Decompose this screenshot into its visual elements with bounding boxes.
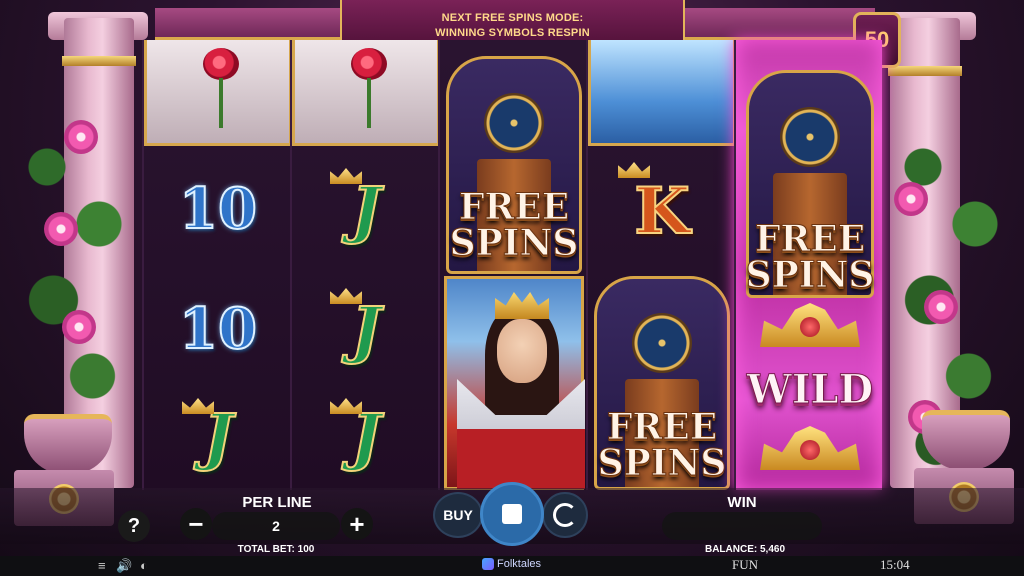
jeweled-crown-symbol — [736, 418, 884, 478]
left-flower-1 — [64, 120, 98, 154]
banner-line-2: WINNING SYMBOLS RESPIN — [435, 27, 590, 39]
jeweled-crown-icon — [760, 303, 860, 347]
ten-symbol: 10 — [144, 270, 292, 388]
free-spins-label-bottom: SPINS — [745, 254, 875, 296]
wild-symbol: WILD — [736, 356, 884, 422]
fleur-ornament-icon — [330, 168, 362, 184]
reel-grid: 10 10 J J J J FREE SPINS K FREE SPINS FR… — [142, 40, 882, 490]
reel-3: FREE SPINS — [438, 40, 586, 490]
jeweled-crown-icon — [760, 426, 860, 470]
win-amount-display — [662, 512, 822, 540]
clock-face-icon — [632, 313, 692, 373]
win-label: WIN — [727, 494, 757, 511]
increase-bet-button[interactable]: + — [341, 508, 373, 540]
clock-time: 15:04 — [880, 557, 910, 572]
banner-line-1: NEXT FREE SPINS MODE: — [441, 12, 584, 24]
right-flower-1 — [894, 182, 928, 216]
free-spins-label-top: FREE — [458, 186, 570, 228]
free-spins-label-bottom: SPINS — [449, 222, 579, 264]
ten-symbol-text: 10 — [178, 295, 258, 363]
help-button[interactable]: ? — [118, 510, 150, 542]
left-flower-2 — [44, 212, 78, 246]
balance-display: BALANCE: 5,460 — [704, 544, 786, 555]
jeweled-crown-symbol — [736, 296, 884, 354]
spin-stop-button[interactable] — [480, 482, 544, 546]
autoplay-button[interactable] — [542, 492, 588, 538]
free-spins-label-top: FREE — [606, 406, 718, 448]
free-spins-label-bottom: SPINS — [597, 442, 727, 484]
buy-feature-button[interactable]: BUY — [433, 492, 483, 538]
ten-symbol-text: 10 — [178, 175, 258, 243]
queen-dress — [457, 429, 585, 489]
left-pillar-gold-band — [62, 56, 136, 66]
free-spins-label: FREE SPINS — [449, 186, 579, 264]
per-line-value: 2 — [212, 512, 340, 540]
clock-face-icon — [484, 93, 544, 153]
king-symbol-text: K — [633, 173, 691, 250]
jack-symbol: J — [292, 380, 440, 492]
reel-5-wild-glow: FREE SPINS WILD — [734, 40, 882, 490]
fleur-ornament-icon — [330, 288, 362, 304]
free-spins-clock-symbol: FREE SPINS — [745, 70, 875, 298]
jack-symbol: J — [292, 150, 440, 268]
rose-cloche-symbol — [144, 40, 292, 146]
jack-symbol: J — [292, 270, 440, 388]
free-spins-label: FREE SPINS — [597, 406, 727, 484]
ten-symbol: 10 — [144, 150, 292, 268]
rose-cloche-symbol — [292, 40, 440, 146]
king-symbol: K — [588, 152, 736, 270]
reel-1: 10 10 J — [142, 40, 292, 492]
reel-2: J J J — [290, 40, 440, 492]
free-spins-label-top: FREE — [754, 218, 866, 260]
clock-face-icon — [780, 107, 840, 167]
game-mode-label: FUN — [732, 557, 759, 572]
free-spins-label: FREE SPINS — [745, 218, 875, 294]
wild-symbol-text: WILD — [746, 365, 874, 413]
brand-name: Folktales — [497, 558, 542, 570]
stop-icon — [502, 504, 522, 524]
sound-icon[interactable]: 🔊 — [116, 558, 132, 574]
menu-icon[interactable]: ≡ — [98, 558, 106, 574]
turbo-icon[interactable]: ◐ — [140, 558, 148, 574]
folktales-logo-icon — [482, 558, 494, 570]
provider-brand: Folktales — [482, 558, 541, 570]
free-spins-clock-symbol: FREE SPINS — [446, 56, 582, 274]
reel-4: K FREE SPINS — [586, 40, 736, 490]
blue-dress-symbol — [588, 40, 736, 146]
slot-game-stage: NEXT FREE SPINS MODE: WINNING SYMBOLS RE… — [0, 0, 1024, 576]
right-pillar-gold-band — [888, 66, 962, 76]
total-bet-display: TOTAL BET: 100 — [237, 544, 315, 555]
per-line-label: PER LINE — [242, 494, 312, 511]
jack-symbol: J — [144, 380, 292, 492]
free-spins-clock-symbol: FREE SPINS — [594, 276, 730, 490]
queen-symbol — [444, 276, 585, 490]
queen-face — [497, 319, 547, 383]
queen-crown-icon — [495, 292, 549, 319]
decrease-bet-button[interactable]: − — [180, 508, 212, 540]
right-flower-2 — [924, 290, 958, 324]
left-flower-3 — [62, 310, 96, 344]
king-crown-icon — [618, 162, 650, 178]
autoplay-icon — [553, 503, 577, 527]
